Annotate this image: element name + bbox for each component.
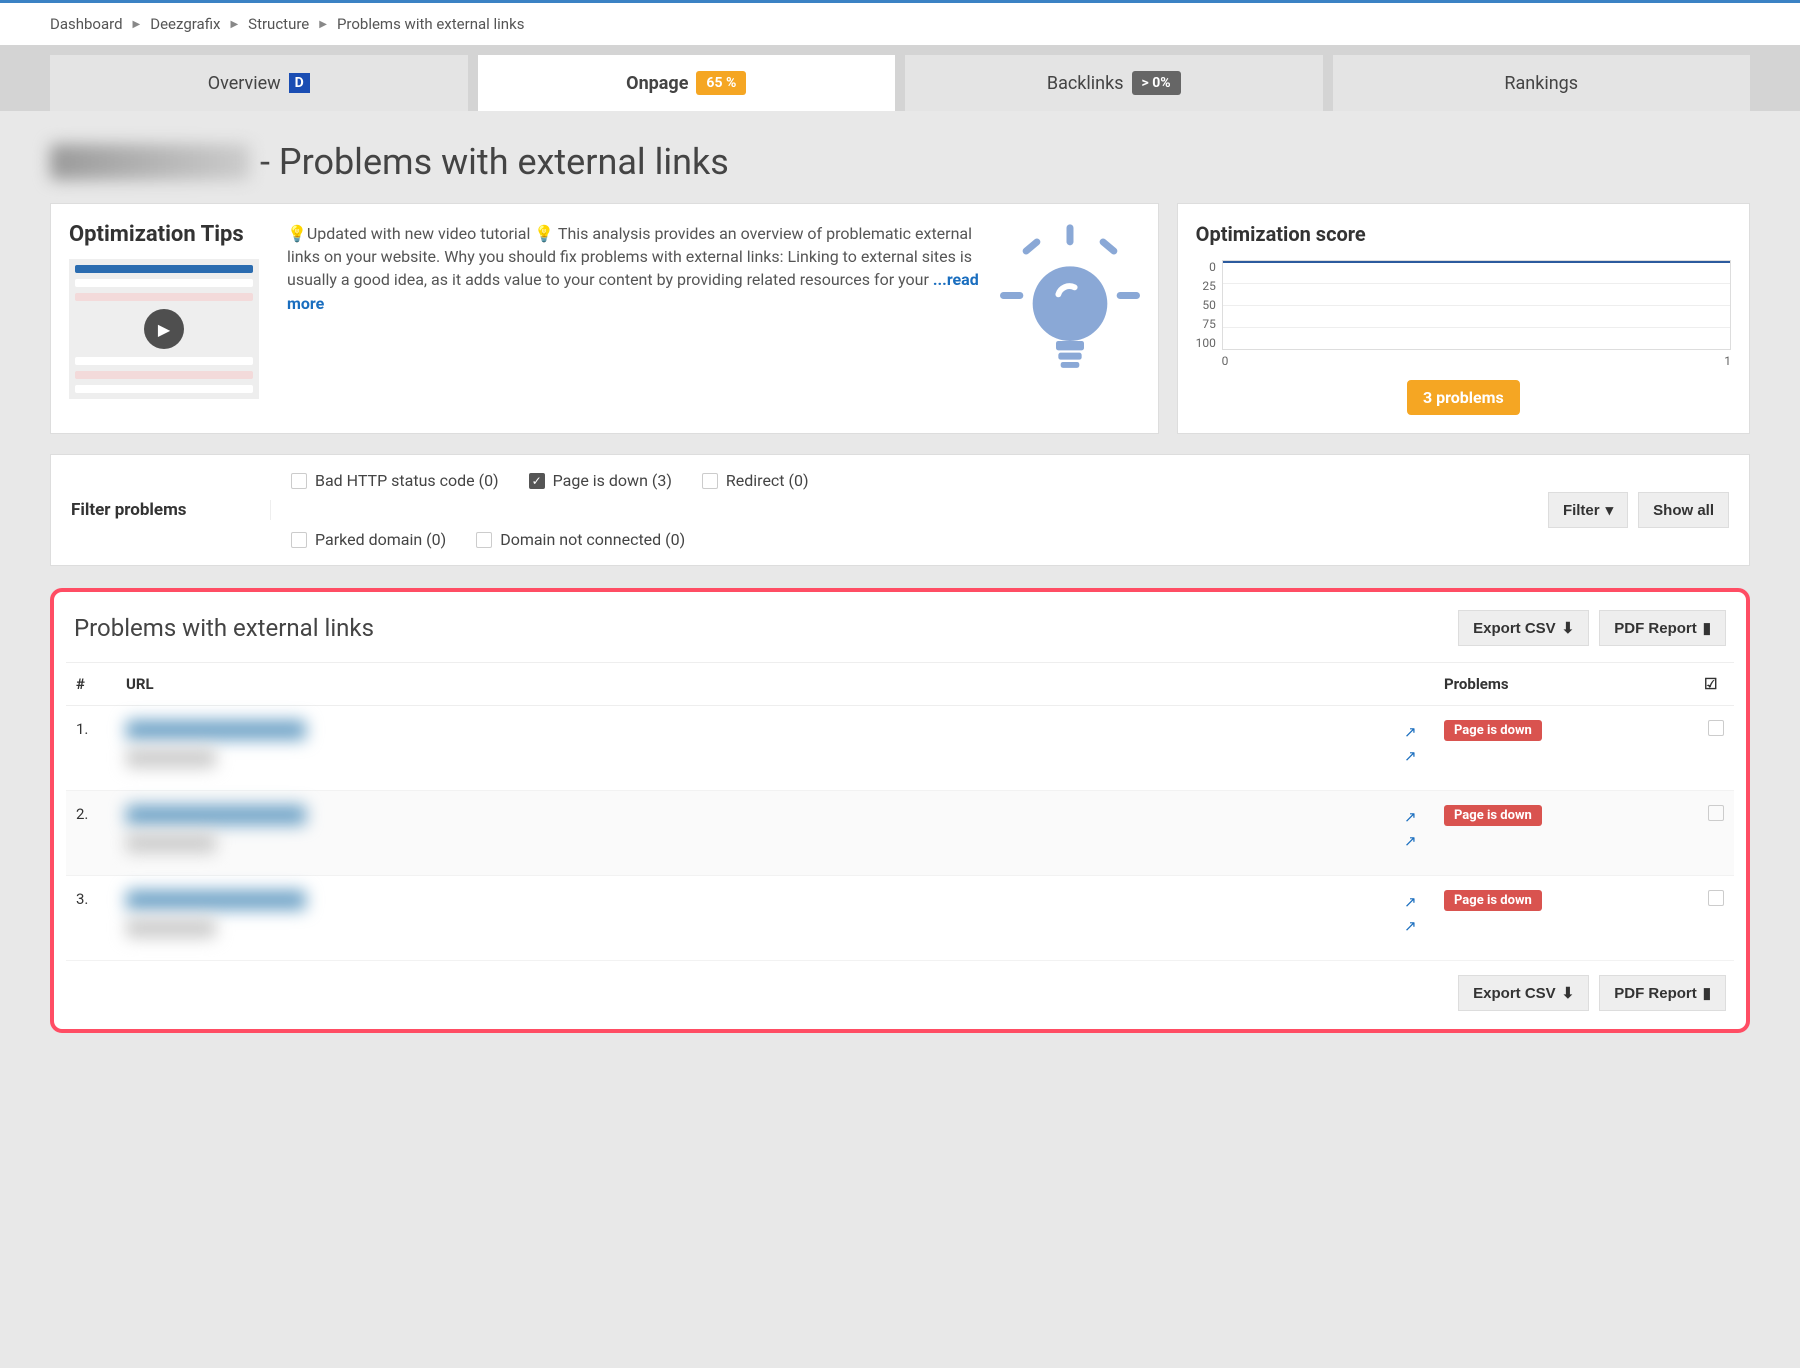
filter-icon: ▾ [1606,501,1614,519]
filter-option-parked[interactable]: Parked domain (0) [291,530,446,549]
table-row: 1.↗↗Page is down [66,706,1734,791]
problem-badge: Page is down [1444,805,1542,826]
filter-option-redirect[interactable]: Redirect (0) [702,471,809,490]
chevron-right-icon: ▶ [319,19,327,30]
tab-backlinks[interactable]: Backlinks > 0% [905,55,1323,111]
problem-badge: Page is down [1444,720,1542,741]
play-icon: ▶ [144,309,184,349]
filter-button[interactable]: Filter ▾ [1548,492,1628,528]
score-heading: Optimization score [1196,222,1731,246]
chevron-right-icon: ▶ [133,19,141,30]
export-csv-button[interactable]: Export CSV ⬇ [1458,975,1589,1011]
tab-label: Rankings [1504,73,1578,94]
optimization-tips-card: Optimization Tips ▶ 💡Updated with new vi… [50,203,1159,434]
filter-card: Filter problems Bad HTTP status code (0)… [50,454,1750,566]
page-title-text: - Problems with external links [260,141,729,183]
tips-heading: Optimization Tips [69,222,269,247]
filter-option-page-down[interactable]: ✓Page is down (3) [529,471,672,490]
row-links[interactable]: ↗↗ [1394,791,1434,876]
tab-label: Overview [208,73,281,94]
chevron-right-icon: ▶ [230,19,238,30]
table-heading: Problems with external links [74,614,374,642]
external-link-icon[interactable]: ↗ [1404,723,1417,741]
breadcrumb-item[interactable]: Problems with external links [337,15,524,33]
breadcrumb-item[interactable]: Dashboard [50,15,123,33]
external-link-icon[interactable]: ↗ [1404,808,1417,826]
filter-option-bad-http[interactable]: Bad HTTP status code (0) [291,471,499,490]
tab-overview[interactable]: Overview D [50,55,468,111]
results-highlight-box: Problems with external links Export CSV … [50,588,1750,1033]
pdf-report-button[interactable]: PDF Report ▮ [1599,975,1726,1011]
row-checkbox[interactable] [1694,876,1734,961]
optimization-score-card: Optimization score 0 25 50 75 100 0 [1177,203,1750,434]
percent-badge: 65 % [696,71,746,95]
row-url[interactable] [116,791,1394,876]
external-link-icon[interactable]: ↗ [1404,893,1417,911]
row-checkbox[interactable] [1694,791,1734,876]
file-icon: ▮ [1703,984,1711,1002]
filter-option-not-connected[interactable]: Domain not connected (0) [476,530,685,549]
checkbox-icon [702,473,718,489]
row-problem: Page is down [1434,706,1694,791]
row-checkbox[interactable] [1694,706,1734,791]
show-all-button[interactable]: Show all [1638,492,1729,528]
problems-count-badge[interactable]: 3 problems [1407,380,1520,415]
download-icon: ⬇ [1562,619,1575,637]
score-chart: 0 25 50 75 100 [1196,260,1731,350]
tab-rankings[interactable]: Rankings [1333,55,1751,111]
tab-label: Backlinks [1047,73,1124,94]
breadcrumb: Dashboard ▶ Deezgrafix ▶ Structure ▶ Proble… [0,3,1800,45]
pdf-report-button[interactable]: PDF Report ▮ [1599,610,1726,646]
external-link-icon[interactable]: ↗ [1404,747,1417,765]
checkbox-icon [476,532,492,548]
row-number: 1. [66,706,116,791]
export-csv-button[interactable]: Export CSV ⬇ [1458,610,1589,646]
row-problem: Page is down [1434,791,1694,876]
col-select-all[interactable]: ☑ [1694,663,1734,706]
checkbox-icon [291,532,307,548]
breadcrumb-item[interactable]: Structure [248,15,309,33]
page-title: - Problems with external links [50,141,1750,183]
video-thumbnail[interactable]: ▶ [69,259,259,399]
download-icon: ⬇ [1562,984,1575,1002]
tab-label: Onpage [626,73,688,94]
redacted-domain [50,144,250,180]
d-badge-icon: D [289,73,310,93]
external-link-icon[interactable]: ↗ [1404,917,1417,935]
table-row: 2.↗↗Page is down [66,791,1734,876]
row-links[interactable]: ↗↗ [1394,876,1434,961]
tab-onpage[interactable]: Onpage 65 % [478,55,896,111]
percent-badge: > 0% [1132,71,1181,95]
lightbulb-icon: 💡 [287,222,307,245]
lightbulb-large-icon [1000,222,1140,415]
chart-line [1223,261,1730,263]
col-url[interactable]: URL [116,663,1394,706]
row-problem: Page is down [1434,876,1694,961]
filter-heading: Filter problems [71,500,271,520]
tips-text: 💡Updated with new video tutorial 💡 This … [287,222,982,415]
row-number: 3. [66,876,116,961]
checkbox-icon: ✓ [529,473,545,489]
col-number[interactable]: # [66,663,116,706]
col-problems[interactable]: Problems [1434,663,1694,706]
checkbox-icon [291,473,307,489]
row-number: 2. [66,791,116,876]
breadcrumb-item[interactable]: Deezgrafix [150,15,220,33]
tabs: Overview D Onpage 65 % Backlinks > 0% Ra… [0,45,1800,111]
row-links[interactable]: ↗↗ [1394,706,1434,791]
table-row: 3.↗↗Page is down [66,876,1734,961]
file-icon: ▮ [1703,619,1711,637]
row-url[interactable] [116,706,1394,791]
external-link-icon[interactable]: ↗ [1404,832,1417,850]
problems-table: # URL Problems ☑ 1.↗↗Page is down2.↗↗Pag… [66,662,1734,961]
row-url[interactable] [116,876,1394,961]
problem-badge: Page is down [1444,890,1542,911]
